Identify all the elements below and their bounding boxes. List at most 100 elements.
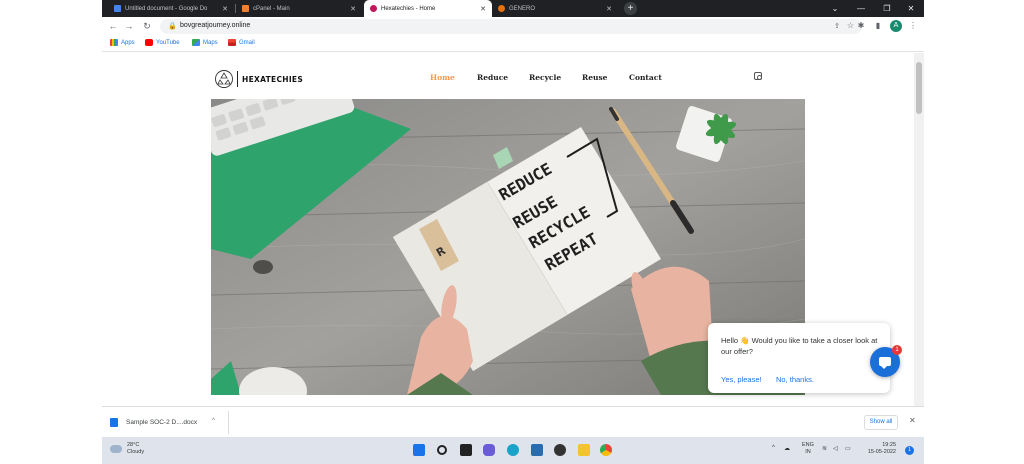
weather-text: 28°C Cloudy: [127, 442, 144, 456]
tab-title: Untitled document - Google Do: [125, 5, 208, 12]
maps-icon: [192, 39, 200, 46]
bookmark-label: Maps: [203, 39, 218, 46]
close-icon[interactable]: ✕: [480, 5, 486, 13]
download-divider: [228, 411, 229, 434]
menu-icon[interactable]: ⋮: [908, 21, 918, 31]
volume-icon[interactable]: ◁: [833, 445, 838, 452]
media-app-icon[interactable]: [554, 444, 566, 456]
chrome-icon[interactable]: [600, 444, 612, 456]
profile-avatar[interactable]: A: [890, 20, 902, 32]
nav-reuse[interactable]: Reuse: [582, 73, 607, 82]
chevron-up-icon[interactable]: ^: [772, 445, 775, 451]
download-bar: Sample SOC-2 D....docx ^ Show all ✕: [102, 406, 924, 437]
chat-option-yes[interactable]: Yes, please!: [721, 375, 762, 384]
bookmark-apps[interactable]: Apps: [110, 39, 135, 46]
cloud-icon: [110, 445, 122, 453]
bookmark-star-icon[interactable]: ☆: [847, 21, 854, 30]
download-filename: Sample SOC-2 D....docx: [126, 418, 198, 426]
cloud-sync-icon[interactable]: ☁: [784, 445, 790, 452]
apps-grid-icon: [110, 39, 118, 46]
download-item[interactable]: Sample SOC-2 D....docx: [110, 414, 197, 430]
close-icon[interactable]: ✕: [606, 5, 612, 13]
nav-reduce[interactable]: Reduce: [477, 73, 508, 82]
recycle-logo-icon: [215, 70, 233, 88]
youtube-icon: [145, 39, 153, 46]
close-icon[interactable]: ✕: [350, 5, 356, 13]
site-logo[interactable]: HEXATECHIES: [214, 69, 303, 89]
back-icon[interactable]: ←: [107, 20, 119, 32]
chat-unread-badge: 1: [892, 345, 902, 355]
edge-icon[interactable]: [507, 444, 519, 456]
weather-widget[interactable]: 28°C Cloudy: [110, 442, 144, 456]
chat-bubble-icon: [879, 357, 891, 369]
instagram-icon[interactable]: [754, 72, 762, 80]
minimize-icon[interactable]: —: [848, 0, 874, 17]
windows-taskbar: 28°C Cloudy ^ ☁ ENG IN ≋ ◁ ▭ 19:25 15-05…: [102, 437, 924, 464]
bookmarks-bar: Apps YouTube Maps Gmail: [102, 36, 924, 52]
chat-option-no[interactable]: No, thanks.: [776, 375, 814, 384]
mail-icon[interactable]: [531, 444, 543, 456]
chat-message: Hello 👋 Would you like to take a closer …: [721, 336, 878, 356]
weather-condition: Cloudy: [127, 449, 145, 455]
battery-icon[interactable]: ▭: [845, 445, 851, 452]
bookmark-label: Gmail: [239, 39, 255, 46]
chat-popup: Hello 👋 Would you like to take a closer …: [708, 323, 890, 393]
genero-icon: [498, 5, 505, 12]
scrollbar-thumb[interactable]: [916, 62, 922, 114]
tab-genero[interactable]: GENERO ✕: [492, 0, 618, 17]
cpanel-icon: [242, 5, 249, 12]
bookmark-label: Apps: [121, 39, 135, 46]
notification-badge[interactable]: 1: [905, 446, 914, 455]
bookmark-youtube[interactable]: YouTube: [145, 39, 180, 46]
logo-divider: [237, 71, 238, 87]
language-indicator[interactable]: ENG IN: [802, 442, 814, 456]
maximize-icon[interactable]: ❐: [874, 0, 900, 17]
tab-hexatechies[interactable]: Hexatechies - Home ✕: [364, 0, 492, 17]
close-icon[interactable]: ✕: [909, 416, 916, 425]
task-view-icon[interactable]: [460, 444, 472, 456]
reload-icon[interactable]: ↻: [141, 20, 153, 32]
tab-title: Hexatechies - Home: [381, 5, 436, 12]
temperature: 28°C: [127, 442, 140, 448]
time: 19:25: [882, 442, 896, 448]
language: ENG: [802, 442, 814, 448]
tab-strip: Untitled document - Google Do ✕ cPanel -…: [102, 0, 924, 17]
site-favicon-icon: [370, 5, 377, 12]
tab-search-icon[interactable]: ⌄: [822, 0, 848, 17]
region: IN: [805, 449, 811, 455]
extensions-icon[interactable]: ✱: [856, 21, 866, 31]
show-all-button[interactable]: Show all: [864, 415, 898, 430]
page-viewport: HEXATECHIES Home Reduce Recycle Reuse Co…: [102, 53, 924, 406]
file-explorer-icon[interactable]: [578, 444, 590, 456]
nav-home[interactable]: Home: [430, 73, 455, 82]
tab-google-docs[interactable]: Untitled document - Google Do ✕: [108, 0, 234, 17]
docs-icon: [114, 5, 121, 12]
wifi-icon[interactable]: ≋: [822, 445, 827, 452]
share-icon[interactable]: ⇪: [834, 22, 840, 30]
window-close-icon[interactable]: ✕: [898, 0, 924, 17]
browser-window: Untitled document - Google Do ✕ cPanel -…: [102, 0, 924, 464]
brand-name: HEXATECHIES: [242, 74, 304, 84]
url-text: bovgreatjourney.online: [180, 22, 251, 29]
chat-app-icon[interactable]: [483, 444, 495, 456]
lock-icon: 🔒: [168, 23, 177, 30]
clock[interactable]: 19:25 15-05-2022: [862, 442, 896, 456]
tab-cpanel[interactable]: cPanel - Main ✕: [236, 0, 362, 17]
nav-contact[interactable]: Contact: [629, 73, 662, 82]
side-panel-icon[interactable]: ▮: [873, 21, 883, 31]
forward-icon[interactable]: →: [123, 20, 135, 32]
bookmark-maps[interactable]: Maps: [192, 39, 218, 46]
date: 15-05-2022: [867, 449, 896, 455]
tab-title: GENERO: [509, 5, 536, 12]
nav-recycle[interactable]: Recycle: [529, 73, 561, 82]
bookmark-label: YouTube: [156, 39, 180, 46]
chevron-up-icon[interactable]: ^: [212, 418, 215, 424]
new-tab-button[interactable]: +: [624, 2, 637, 15]
close-icon[interactable]: ✕: [222, 5, 228, 13]
windows-start-icon[interactable]: [413, 444, 425, 456]
bookmark-gmail[interactable]: Gmail: [228, 39, 255, 46]
search-icon[interactable]: [437, 445, 447, 455]
tab-title: cPanel - Main: [253, 5, 290, 12]
gmail-icon: [228, 39, 236, 46]
address-bar[interactable]: 🔒 bovgreatjourney.online ⇪ ☆: [160, 19, 862, 34]
